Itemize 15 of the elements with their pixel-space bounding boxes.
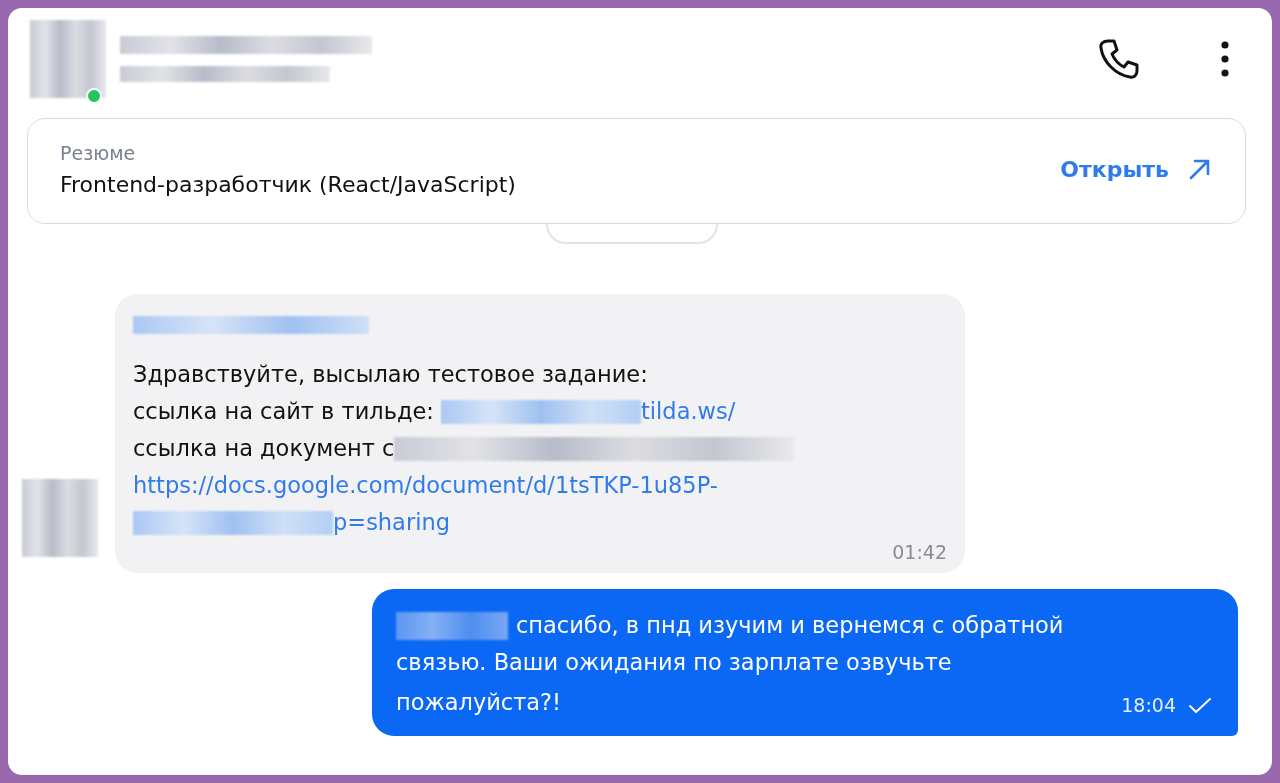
message-link[interactable]: tilda.ws/ <box>641 393 736 430</box>
message-text: спасибо, в пнд изучим и вернемся с обратной <box>516 611 1064 640</box>
message-text: связью. Ваши ожидания по зарплате озвучьте <box>396 648 952 677</box>
open-button[interactable]: Открыть <box>1060 152 1213 186</box>
message-link[interactable]: https://docs.google.com/document/d/1tsTKP-1u85P- <box>133 467 718 504</box>
card-label: Резюме <box>60 141 137 164</box>
message-time: 01:42 <box>892 541 947 563</box>
message-link[interactable]: p=sharing <box>333 504 450 541</box>
message-text: пожалуйста?! <box>396 688 562 717</box>
card-title: Frontend-разработчик (React/JavaScript) <box>60 171 516 197</box>
message-text: Здравствуйте, высылаю тестовое задание: <box>133 360 648 389</box>
message-text: ссылка на сайт в тильде: <box>133 397 435 426</box>
more-options-icon[interactable] <box>1218 39 1232 79</box>
message-text: ссылка на документ с <box>133 434 395 463</box>
message-time: 18:04 <box>1121 693 1176 718</box>
